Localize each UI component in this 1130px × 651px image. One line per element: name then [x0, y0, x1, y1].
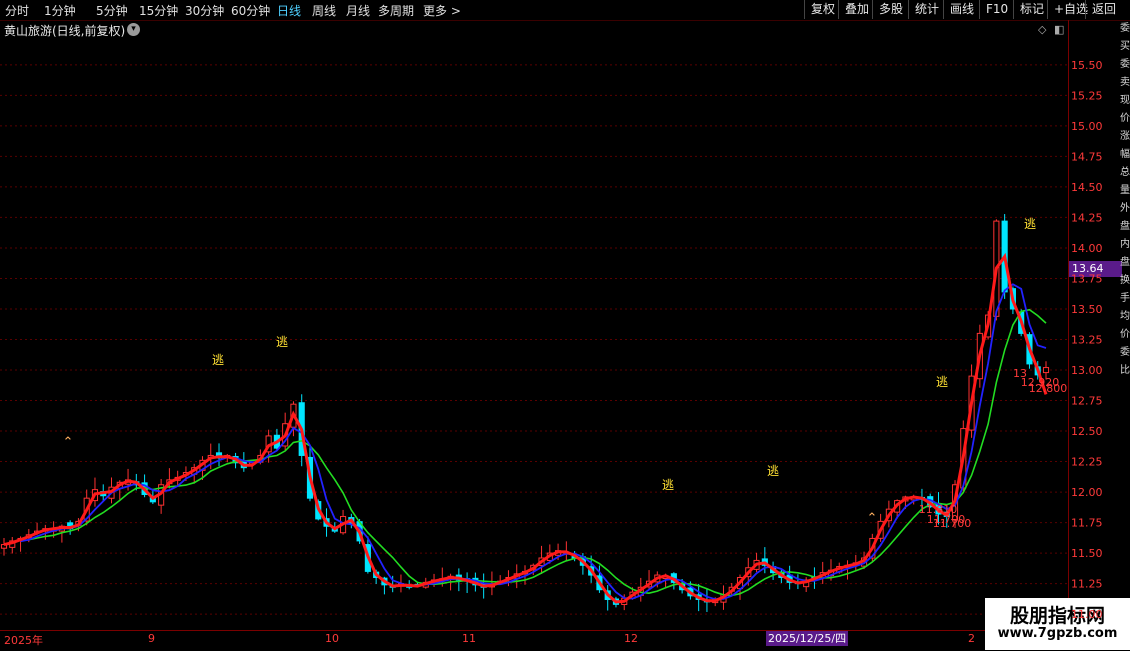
escape-signal-label: 逃 [276, 335, 288, 349]
stats-button[interactable]: 统计 [908, 0, 945, 19]
tab-more[interactable]: 更多 > [423, 2, 461, 19]
tab-30min[interactable]: 30分钟 [185, 2, 224, 19]
f10-button[interactable]: F10 [979, 0, 1014, 19]
y-tick-label: 11.00 [1071, 608, 1103, 621]
y-tick-label: 15.50 [1071, 59, 1103, 72]
cursor-date-tag: 2025/12/25/四 [766, 631, 849, 646]
time-label: 10 [325, 632, 339, 645]
back-button[interactable]: 返回 [1085, 0, 1122, 19]
y-tick-label: 15.25 [1071, 89, 1103, 102]
escape-signal-label: 逃 [1024, 217, 1036, 231]
y-tick-label: 11.25 [1071, 578, 1103, 591]
time-label: 11 [462, 632, 476, 645]
escape-signal-label: 逃 [767, 464, 779, 478]
y-tick-label: 11.75 [1071, 517, 1103, 530]
toolbar: 分时 1分钟 5分钟 15分钟 30分钟 60分钟 日线 周线 月线 多周期 更… [0, 0, 1130, 21]
y-tick-label: 12.75 [1071, 395, 1103, 408]
tab-multi-period[interactable]: 多周期 [378, 2, 414, 19]
tab-daily[interactable]: 日线 [277, 2, 301, 19]
y-tick-label: 12.50 [1071, 425, 1103, 438]
price-chart: 逃逃逃逃逃逃⌃⌃11.81011.70011.7001312.92012.800 [0, 64, 1068, 615]
tab-15min[interactable]: 15分钟 [139, 2, 178, 19]
buy-arrow-icon: ⌃ [867, 511, 878, 526]
price-value-label: 11.700 [933, 517, 972, 530]
time-label: 2025年 [4, 634, 43, 647]
tab-monthly[interactable]: 月线 [346, 2, 370, 19]
y-tick-label: 14.75 [1071, 150, 1103, 163]
window-toggle-icon[interactable]: ◧ [1054, 23, 1064, 36]
overlay-button[interactable]: 叠加 [838, 0, 875, 19]
time-label: 9 [148, 632, 155, 645]
y-tick-label: 12.00 [1071, 486, 1103, 499]
fuquan-button[interactable]: 复权 [804, 0, 841, 19]
y-tick-label: 14.50 [1071, 181, 1103, 194]
quote-panel-edge: 委买委卖现价涨幅总量外盘内盘换手均价委比 [1120, 23, 1130, 376]
time-label: 2 [968, 632, 975, 645]
y-tick-label: 13.25 [1071, 333, 1103, 346]
y-tick-label: 13.00 [1071, 364, 1103, 377]
tab-5min[interactable]: 5分钟 [96, 2, 128, 19]
chart-title: 黄山旅游(日线,前复权) [4, 24, 126, 38]
tab-1min[interactable]: 1分钟 [44, 2, 76, 19]
multi-stock-button[interactable]: 多股 [872, 0, 909, 19]
buy-arrow-icon: ⌃ [63, 435, 74, 450]
y-tick-label: 14.00 [1071, 242, 1103, 255]
price-value-label: 12.800 [1029, 382, 1068, 395]
mark-button[interactable]: 标记 [1013, 0, 1050, 19]
y-tick-label: 13.50 [1071, 303, 1103, 316]
escape-signal-label: 逃 [662, 478, 674, 492]
tab-fenshi[interactable]: 分时 [5, 2, 29, 19]
tab-weekly[interactable]: 周线 [312, 2, 336, 19]
diamond-icon[interactable]: ◇ [1038, 23, 1046, 36]
time-label: 12 [624, 632, 638, 645]
time-axis: 2025年 9 10 11 12 2 [0, 630, 1068, 651]
y-tick-label: 13.75 [1071, 272, 1103, 285]
escape-signal-label: 逃 [936, 375, 948, 389]
y-tick-label: 15.00 [1071, 120, 1103, 133]
ma-fast-line [3, 252, 1048, 604]
candle-body [1042, 367, 1050, 374]
tab-60min[interactable]: 60分钟 [231, 2, 270, 19]
chevron-down-icon[interactable]: ▾ [127, 23, 140, 36]
price-axis-labels: 11.00 11.25 11.50 11.75 12.00 12.25 12.50 12.75… [1071, 59, 1103, 621]
y-tick-label: 14.25 [1071, 211, 1103, 224]
y-tick-label: 12.25 [1071, 456, 1103, 469]
ma-mid-line [20, 283, 1047, 601]
escape-signal-label: 逃 [212, 353, 224, 367]
draw-button[interactable]: 画线 [943, 0, 980, 19]
y-tick-label: 11.50 [1071, 547, 1103, 560]
